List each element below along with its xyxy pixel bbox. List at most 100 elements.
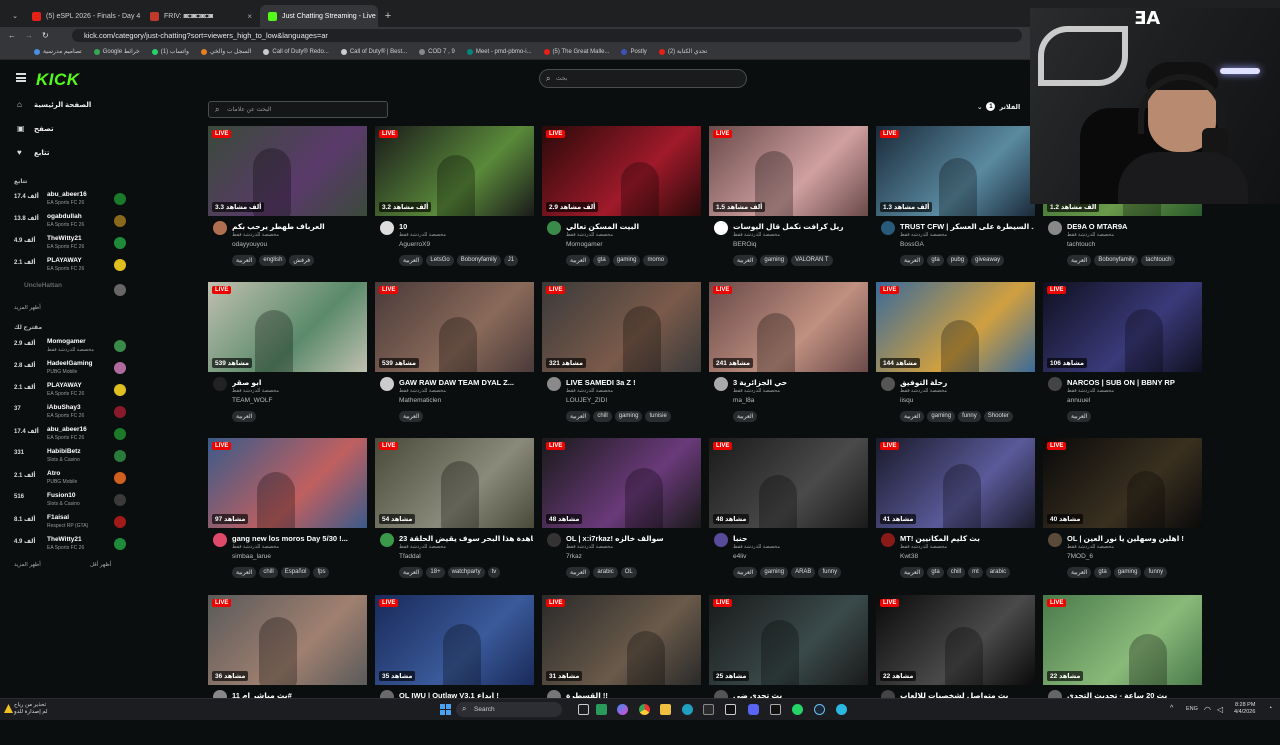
stream-thumbnail[interactable]: LIVE 22 مشاهد	[1043, 595, 1202, 685]
stream-card[interactable]: LIVE 2.9 ألف مشاهد البيت المسكن تعالي مخصصة…	[542, 126, 701, 276]
stream-card[interactable]: LIVE 41 مشاهد MT! بث كليم المكانيين مخصصة ل…	[876, 438, 1035, 588]
tag-chip[interactable]: funny	[1144, 567, 1168, 578]
app-icon[interactable]	[703, 704, 714, 715]
sidebar-channel[interactable]: 2.1 ألف Atro PUBG Mobile	[14, 470, 126, 490]
stream-username[interactable]: tachtouch	[1067, 241, 1095, 248]
tag-chip[interactable]: Español	[280, 567, 311, 578]
sidebar-channel[interactable]: 17.4 ألف abu_abeer16 EA Sports FC 26	[14, 191, 126, 211]
stream-thumbnail[interactable]: LIVE 48 مشاهد	[709, 438, 868, 528]
stream-category[interactable]: مخصصة للدردشة فقط	[566, 544, 613, 550]
tag-chip[interactable]: العربية	[566, 255, 591, 266]
avatar[interactable]	[380, 221, 394, 235]
tag-chip[interactable]: Bobonyfamily	[456, 255, 501, 266]
sidebar-nav-item[interactable]: ♥ تتابع	[17, 148, 50, 157]
tag-chip[interactable]: J1	[503, 255, 519, 266]
url-bar[interactable]: kick.com/category/just-chatting?sort=vie…	[72, 29, 1022, 42]
filters-button[interactable]: ⌄ 1 الفلاتر	[977, 102, 1020, 111]
edge-icon[interactable]	[682, 704, 693, 715]
sidebar-channel[interactable]: 331 HabibiBetz Slots & Casino	[14, 448, 126, 468]
stream-thumbnail[interactable]: LIVE 40 مشاهد	[1043, 438, 1202, 528]
stream-category[interactable]: مخصصة للدردشة فقط	[900, 544, 947, 550]
weather-icon[interactable]	[4, 704, 13, 713]
stream-card[interactable]: LIVE 25 مشاهد بث تحدي ضي	[709, 595, 868, 745]
site-search-input[interactable]: ⌕ بحث	[539, 69, 747, 88]
stream-title[interactable]: gang new los moros Day 5/30 !...	[232, 534, 366, 543]
stream-title[interactable]: البيت المسكن تعالي	[566, 222, 700, 231]
tag-chip[interactable]: chill	[593, 411, 612, 422]
sidebar-channel[interactable]: 516 Fusion10 Slots & Casino	[14, 492, 126, 512]
sidebar-channel[interactable]: 2.9 ألف Momogamer مخصصة للدردشة فقط	[14, 338, 126, 358]
browser-tab[interactable]: (5) eSPL 2026 - Finals - Day 4 |×	[24, 5, 142, 27]
tag-chip[interactable]: funny	[818, 567, 842, 578]
tag-chip[interactable]: pubg	[946, 255, 969, 266]
avatar[interactable]	[547, 377, 561, 391]
back-icon[interactable]: ←	[8, 31, 16, 40]
bookmark-item[interactable]: السجل ب والخي	[200, 48, 251, 55]
tag-chip[interactable]: العربية	[900, 411, 925, 422]
stream-thumbnail[interactable]: LIVE 539 مشاهد	[375, 282, 534, 372]
browser-tab[interactable]: FRIV: ◙◘◙◘◙◘◙ ×	[142, 5, 260, 27]
tag-chip[interactable]: gaming	[1113, 567, 1142, 578]
stream-title[interactable]: حي الجزائرية 3	[733, 378, 867, 387]
stream-thumbnail[interactable]: LIVE 22 مشاهد	[876, 595, 1035, 685]
avatar[interactable]	[213, 377, 227, 391]
tag-chip[interactable]: gta	[927, 255, 944, 266]
tag-chip[interactable]: 18+	[426, 567, 445, 578]
language-indicator[interactable]: ENG	[1186, 706, 1198, 712]
tag-chip[interactable]: arabic	[985, 567, 1011, 578]
stream-category[interactable]: مخصصة للدردشة فقط	[733, 388, 780, 394]
tray-chevron-icon[interactable]: ^	[1170, 705, 1173, 712]
stream-thumbnail[interactable]: LIVE 144 مشاهد	[876, 282, 1035, 372]
stream-card[interactable]: LIVE 36 مشاهد بث مباشر ام 11#	[208, 595, 367, 745]
tag-chip[interactable]: gaming	[760, 567, 789, 578]
stream-card[interactable]: LIVE 3.2 ألف مشاهد 10 مخصصة للدردشة فقط Ague…	[375, 126, 534, 276]
stream-category[interactable]: مخصصة للدردشة فقط	[1067, 544, 1114, 550]
stream-category[interactable]: مخصصة للدردشة فقط	[232, 544, 279, 550]
stream-title[interactable]: حنبا	[733, 534, 867, 543]
avatar[interactable]	[1048, 221, 1062, 235]
stream-card[interactable]: LIVE 97 مشاهد gang new los moros Day 5/30 …	[208, 438, 367, 588]
bookmark-item[interactable]: COD 7 , 9	[419, 48, 455, 55]
stream-card[interactable]: LIVE 1.3 ألف مشاهد TRUST CFW | السيطرة على…	[876, 126, 1035, 276]
stream-thumbnail[interactable]: LIVE 1.3 ألف مشاهد	[876, 126, 1035, 216]
bookmark-item[interactable]: (5) The Great Malle...	[543, 48, 609, 55]
chrome-icon[interactable]	[639, 704, 650, 715]
tag-chip[interactable]: العربية	[566, 567, 591, 578]
close-icon[interactable]: ×	[247, 12, 252, 21]
tag-chip[interactable]: العربية	[733, 255, 758, 266]
stream-username[interactable]: AguerroX9	[399, 241, 430, 248]
stream-title[interactable]: ريل كرافت نكمل قال اليوسات	[733, 222, 867, 231]
stream-card[interactable]: LIVE 106 مشاهد NARCOS | SUB ON | BBNY RP مخ…	[1043, 282, 1202, 432]
stream-title[interactable]: ابو صقر	[232, 378, 366, 387]
stream-username[interactable]: annuuel	[1067, 397, 1090, 404]
show-more-recommended[interactable]: أظهر المزيد	[14, 562, 41, 568]
stream-username[interactable]: e4liv	[733, 553, 746, 560]
avatar[interactable]	[881, 377, 895, 391]
tag-search-input[interactable]: ⌕ البحث عن علامات	[208, 101, 388, 118]
bookmark-item[interactable]: تحدي الكتابة (2)	[658, 48, 707, 55]
kick-logo[interactable]: KICK	[36, 70, 80, 90]
tag-chip[interactable]: العربية	[900, 255, 925, 266]
stream-thumbnail[interactable]: LIVE 539 مشاهد	[208, 282, 367, 372]
tag-chip[interactable]: العربية	[232, 411, 257, 422]
avatar[interactable]	[213, 533, 227, 547]
stream-category[interactable]: مخصصة للدردشة فقط	[232, 388, 279, 394]
avatar[interactable]	[1048, 377, 1062, 391]
file-explorer-icon[interactable]	[660, 704, 671, 715]
tag-chip[interactable]: Shooter	[983, 411, 1013, 422]
avatar[interactable]	[714, 377, 728, 391]
avatar[interactable]	[714, 221, 728, 235]
stream-thumbnail[interactable]: LIVE 321 مشاهد	[542, 282, 701, 372]
stream-card[interactable]: LIVE 31 مشاهد القسطرة !!	[542, 595, 701, 745]
tag-chip[interactable]: momo	[643, 255, 669, 266]
sidebar-channel[interactable]: 2.8 ألف HadeelGaming PUBG Mobile	[14, 360, 126, 380]
stream-category[interactable]: مخصصة للدردشة فقط	[900, 232, 947, 238]
wifi-icon[interactable]: ◠	[1204, 705, 1211, 714]
weather-widget[interactable]: تحذير من رياح لم إصدارة للدو	[14, 702, 48, 716]
tag-chip[interactable]: watchparty	[447, 567, 485, 578]
sidebar-channel[interactable]: 37 iAbuShay3 EA Sports FC 26	[14, 404, 126, 424]
bookmark-item[interactable]: Meet - pmd-pbmo-i...	[466, 48, 532, 55]
stream-title[interactable]: OL | اهلين وسهلين يا نور العين !	[1067, 534, 1201, 543]
sidebar-channel[interactable]: 2.1 ألف PLAYAWAY EA Sports FC 26	[14, 257, 126, 277]
tag-chip[interactable]: english	[259, 255, 287, 266]
